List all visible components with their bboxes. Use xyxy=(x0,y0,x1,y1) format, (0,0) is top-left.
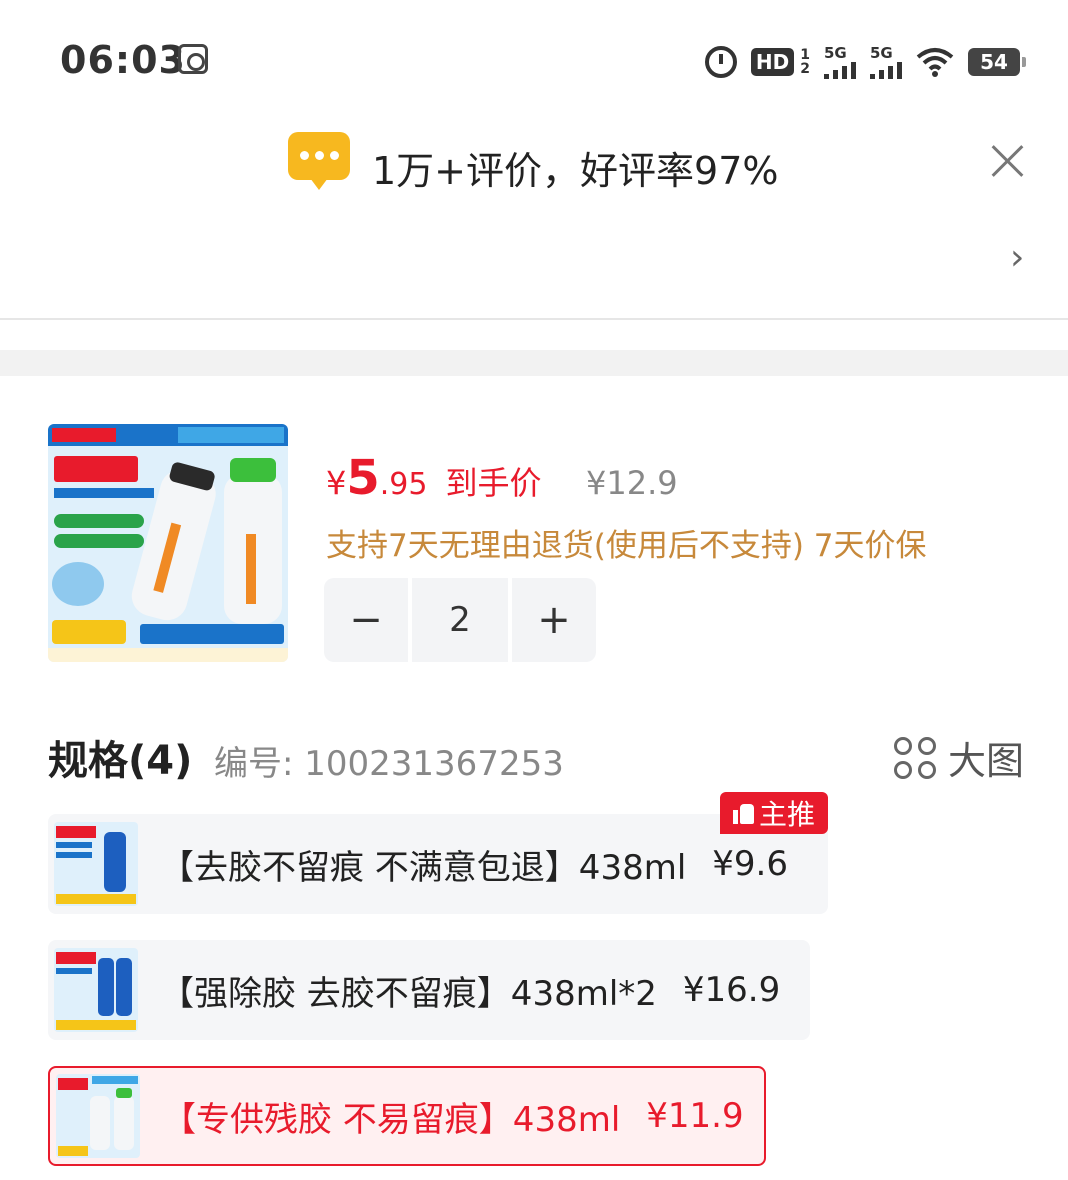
decrease-quantity-button[interactable]: − xyxy=(324,578,408,662)
quantity-stepper: − 2 + xyxy=(324,578,596,662)
recommended-badge: 主推 xyxy=(720,792,828,834)
spec-option-2-label: 【强除胶 去胶不留痕】438ml*2 xyxy=(160,973,657,1014)
spec-option-2[interactable]: 【强除胶 去胶不留痕】438ml*2 ¥16.9 xyxy=(48,940,810,1040)
recommended-badge-label: 主推 xyxy=(758,798,815,831)
final-price: ¥ 5 .95 到手价 xyxy=(326,450,542,506)
spec-option-2-thumbnail xyxy=(54,948,138,1032)
increase-quantity-button[interactable]: + xyxy=(512,578,596,662)
price-integer: 5 xyxy=(346,450,380,506)
status-icons: HD 1 2 5G 5G 54 xyxy=(704,40,1026,84)
screenshot-notification-icon xyxy=(178,44,208,74)
price-currency: ¥ xyxy=(326,464,347,502)
message-bubble-icon xyxy=(288,132,350,190)
spec-option-1-thumbnail xyxy=(54,822,138,906)
price-label: 到手价 xyxy=(445,464,542,502)
quantity-value[interactable]: 2 xyxy=(412,578,508,662)
spec-title: 规格(4) xyxy=(48,738,193,784)
product-code: 编号: 100231367253 xyxy=(214,744,564,784)
battery-icon: 54 xyxy=(968,48,1026,76)
status-time: 06:03 xyxy=(60,38,186,82)
signal-1: 5G xyxy=(824,43,856,79)
thumb-up-icon xyxy=(732,802,755,824)
signal-1-bars-icon xyxy=(824,61,856,79)
signal-2: 5G xyxy=(870,43,902,79)
hd-badge: HD xyxy=(750,48,795,76)
spec-option-3-price: ¥11.9 xyxy=(646,1096,744,1136)
signal-1-label: 5G xyxy=(824,43,847,62)
signal-2-label: 5G xyxy=(870,43,893,62)
spec-option-3-label: 【专供残胶 不易留痕】438ml xyxy=(162,1099,621,1140)
big-image-label: 大图 xyxy=(948,739,1025,783)
spec-option-2-price: ¥16.9 xyxy=(682,970,781,1010)
signal-2-bars-icon xyxy=(870,61,902,79)
status-bar: 06:03 HD 1 2 5G 5G 54 xyxy=(0,0,1068,120)
spec-option-1-label: 【去胶不留痕 不满意包退】438ml xyxy=(160,847,687,888)
spec-option-1-price: ¥9.6 xyxy=(712,844,788,884)
grid-icon xyxy=(894,736,936,779)
spec-option-1[interactable]: 【去胶不留痕 不满意包退】438ml ¥9.6 xyxy=(48,814,828,914)
original-price: ¥12.9 xyxy=(586,464,678,502)
spec-option-3-thumbnail xyxy=(56,1074,140,1158)
section-divider xyxy=(0,350,1068,376)
close-icon[interactable] xyxy=(990,142,1026,178)
spec-option-3[interactable]: 【专供残胶 不易留痕】438ml ¥11.9 xyxy=(48,1066,766,1166)
hd-sub-top: 1 xyxy=(800,47,810,63)
price-decimal: .95 xyxy=(379,467,428,502)
alarm-icon xyxy=(704,46,737,78)
service-guarantee[interactable]: 支持7天无理由退货(使用后不支持) 7天价保 xyxy=(326,520,927,565)
product-image[interactable] xyxy=(48,424,288,662)
hd-sub-numbers: 1 2 xyxy=(800,48,810,76)
wifi-icon xyxy=(916,47,954,77)
review-summary-text: 1万+评价，好评率97% xyxy=(372,149,779,193)
chevron-right-icon[interactable]: › xyxy=(1010,240,1024,276)
big-image-toggle[interactable]: 大图 xyxy=(894,730,1024,785)
hd-sub-bottom: 2 xyxy=(800,61,810,77)
